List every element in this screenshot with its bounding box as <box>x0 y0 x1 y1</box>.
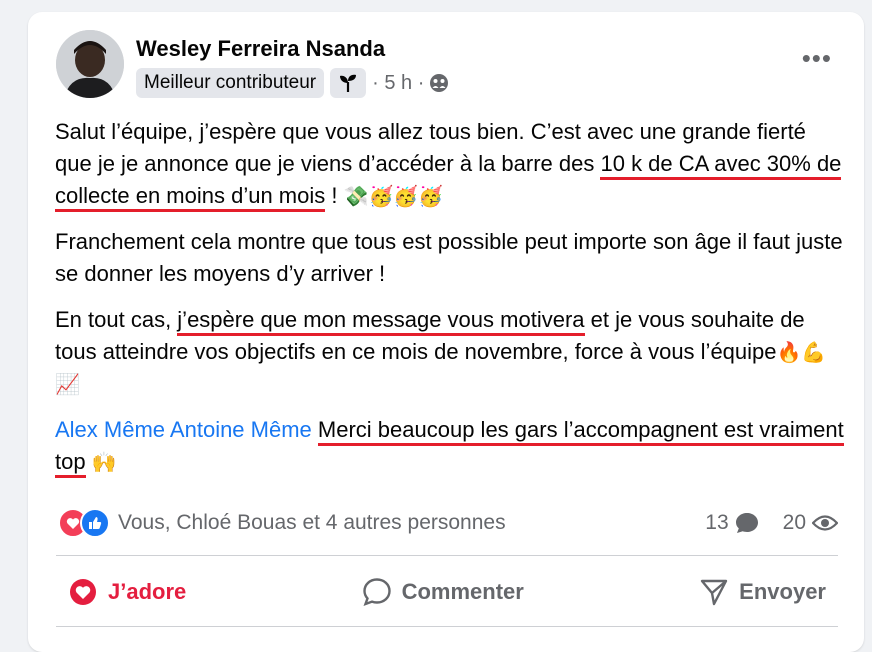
engagement-counts: 13 20 <box>705 511 838 535</box>
post-paragraph: En tout cas, j’espère que mon message vo… <box>55 304 845 400</box>
comments-count[interactable]: 13 <box>705 511 728 535</box>
celebration-emoji: 💸🥳🥳🥳 <box>343 184 444 208</box>
send-icon <box>700 579 728 606</box>
raised-hands-emoji: 🙌 <box>91 450 117 474</box>
reactions-summary: Vous, Chloé Bouas et 4 autres personnes … <box>58 505 838 541</box>
paragraph-text: En tout cas, <box>55 307 178 332</box>
underlined-highlight: j’espère que mon message vous motivera <box>177 307 585 336</box>
love-label: J’adore <box>108 579 187 604</box>
mention-link[interactable]: Alex Même Antoine Même <box>55 417 312 442</box>
post-paragraph: Salut l’équipe, j’espère que vous allez … <box>55 116 845 212</box>
audience-group-icon <box>429 73 449 93</box>
post-paragraph: Alex Même Antoine Même Merci beaucoup le… <box>55 414 845 478</box>
more-options-icon[interactable]: ••• <box>802 45 832 71</box>
post-paragraph: Franchement cela montre que tous est pos… <box>55 229 843 286</box>
send-label: Envoyer <box>739 579 826 604</box>
post-meta: Meilleur contributeur · 5 h · <box>136 68 449 98</box>
heart-icon <box>70 579 96 605</box>
views-count[interactable]: 20 <box>783 511 806 535</box>
comment-button[interactable]: Commenter <box>350 577 536 607</box>
post-actions: J’adore Commenter Envoyer <box>56 566 838 618</box>
divider <box>56 626 838 627</box>
divider <box>56 555 838 556</box>
eye-icon <box>812 514 838 532</box>
top-contributor-badge[interactable]: Meilleur contributeur <box>136 68 325 98</box>
like-reaction-icon[interactable] <box>80 508 110 538</box>
comment-bubble-icon <box>735 512 759 534</box>
sprout-icon[interactable] <box>330 68 367 98</box>
paragraph-text: ! <box>325 183 344 208</box>
author-name[interactable]: Wesley Ferreira Nsanda <box>136 36 385 62</box>
comment-icon <box>362 578 391 607</box>
love-button[interactable]: J’adore <box>56 578 198 606</box>
post-body: Salut l’équipe, j’espère que vous allez … <box>55 116 845 492</box>
author-avatar[interactable] <box>56 30 124 98</box>
send-button[interactable]: Envoyer <box>687 577 838 607</box>
comment-label: Commenter <box>401 579 524 604</box>
post-time[interactable]: · 5 h · <box>372 72 424 95</box>
reactions-text[interactable]: Vous, Chloé Bouas et 4 autres personnes <box>118 511 506 535</box>
